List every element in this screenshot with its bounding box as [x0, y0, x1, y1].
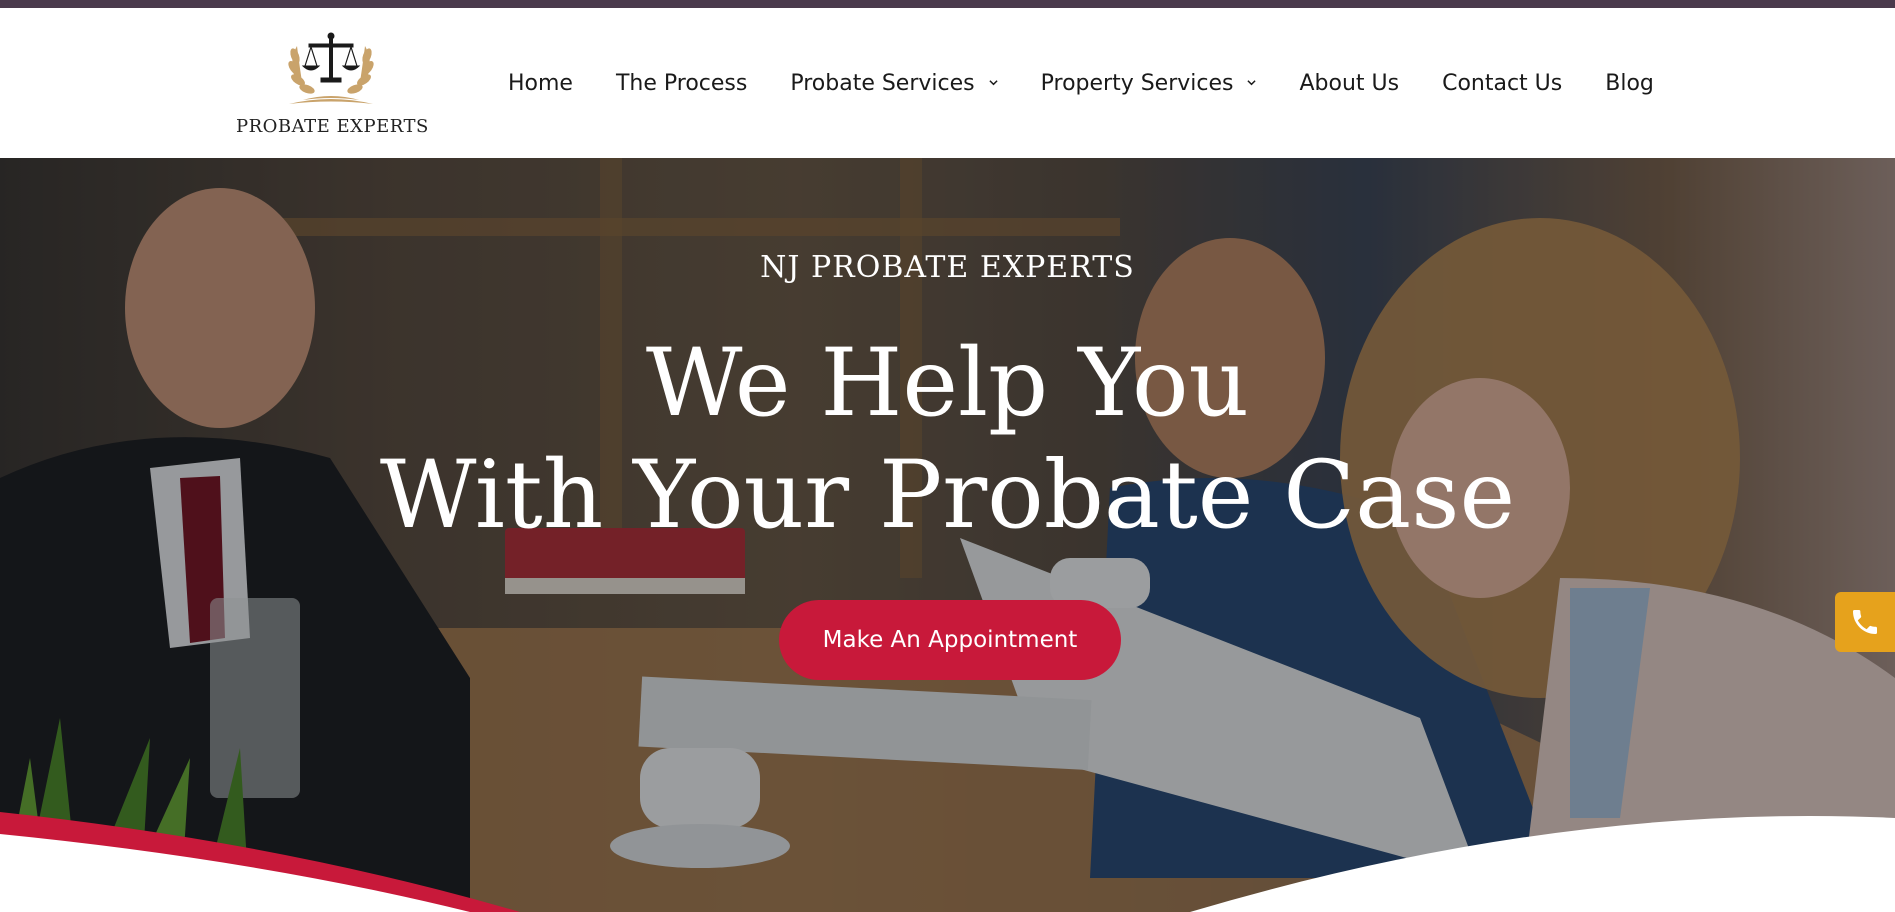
site-logo[interactable]: PROBATE EXPERTS: [236, 26, 429, 144]
nav-item-blog[interactable]: Blog: [1605, 71, 1654, 96]
logo-text: PROBATE EXPERTS: [236, 116, 429, 137]
main-nav: Home The Process Probate Services Proper…: [508, 8, 1654, 158]
hero-subtitle: NJ PROBATE EXPERTS: [760, 250, 1135, 285]
hero-title: We Help You With Your Probate Case: [0, 328, 1895, 552]
nav-item-contact-us[interactable]: Contact Us: [1442, 71, 1562, 96]
nav-item-label: Blog: [1605, 70, 1654, 96]
phone-call-button[interactable]: [1835, 592, 1895, 652]
site-header: PROBATE EXPERTS Home The Process Probate…: [0, 8, 1895, 158]
nav-item-label: Contact Us: [1442, 70, 1563, 96]
phone-icon: [1853, 610, 1877, 634]
nav-item-home[interactable]: Home: [508, 71, 573, 96]
nav-item-the-process[interactable]: The Process: [616, 71, 747, 96]
nav-item-label: About Us: [1299, 70, 1400, 96]
make-appointment-button[interactable]: Make An Appointment: [779, 600, 1121, 680]
nav-item-label: Home: [508, 70, 573, 96]
nav-item-label: The Process: [615, 70, 748, 96]
chevron-down-icon: [989, 79, 998, 85]
hero-title-line-1: We Help You: [645, 329, 1250, 438]
bottom-wave-divider: [0, 812, 1895, 912]
hero-section: NJ PROBATE EXPERTS We Help You With Your…: [0, 158, 1895, 912]
chevron-down-icon: [1247, 79, 1257, 85]
nav-item-label: Probate Services: [790, 70, 975, 96]
scales-of-justice-logo-icon: [288, 32, 374, 104]
nav-item-probate-services[interactable]: Probate Services: [790, 70, 998, 96]
hero-title-line-2: With Your Probate Case: [379, 441, 1516, 550]
nav-item-property-services[interactable]: Property Services: [1041, 71, 1257, 96]
nav-item-label: Property Services: [1040, 70, 1234, 96]
top-strip: [0, 0, 1895, 8]
nav-item-about-us[interactable]: About Us: [1299, 71, 1399, 96]
